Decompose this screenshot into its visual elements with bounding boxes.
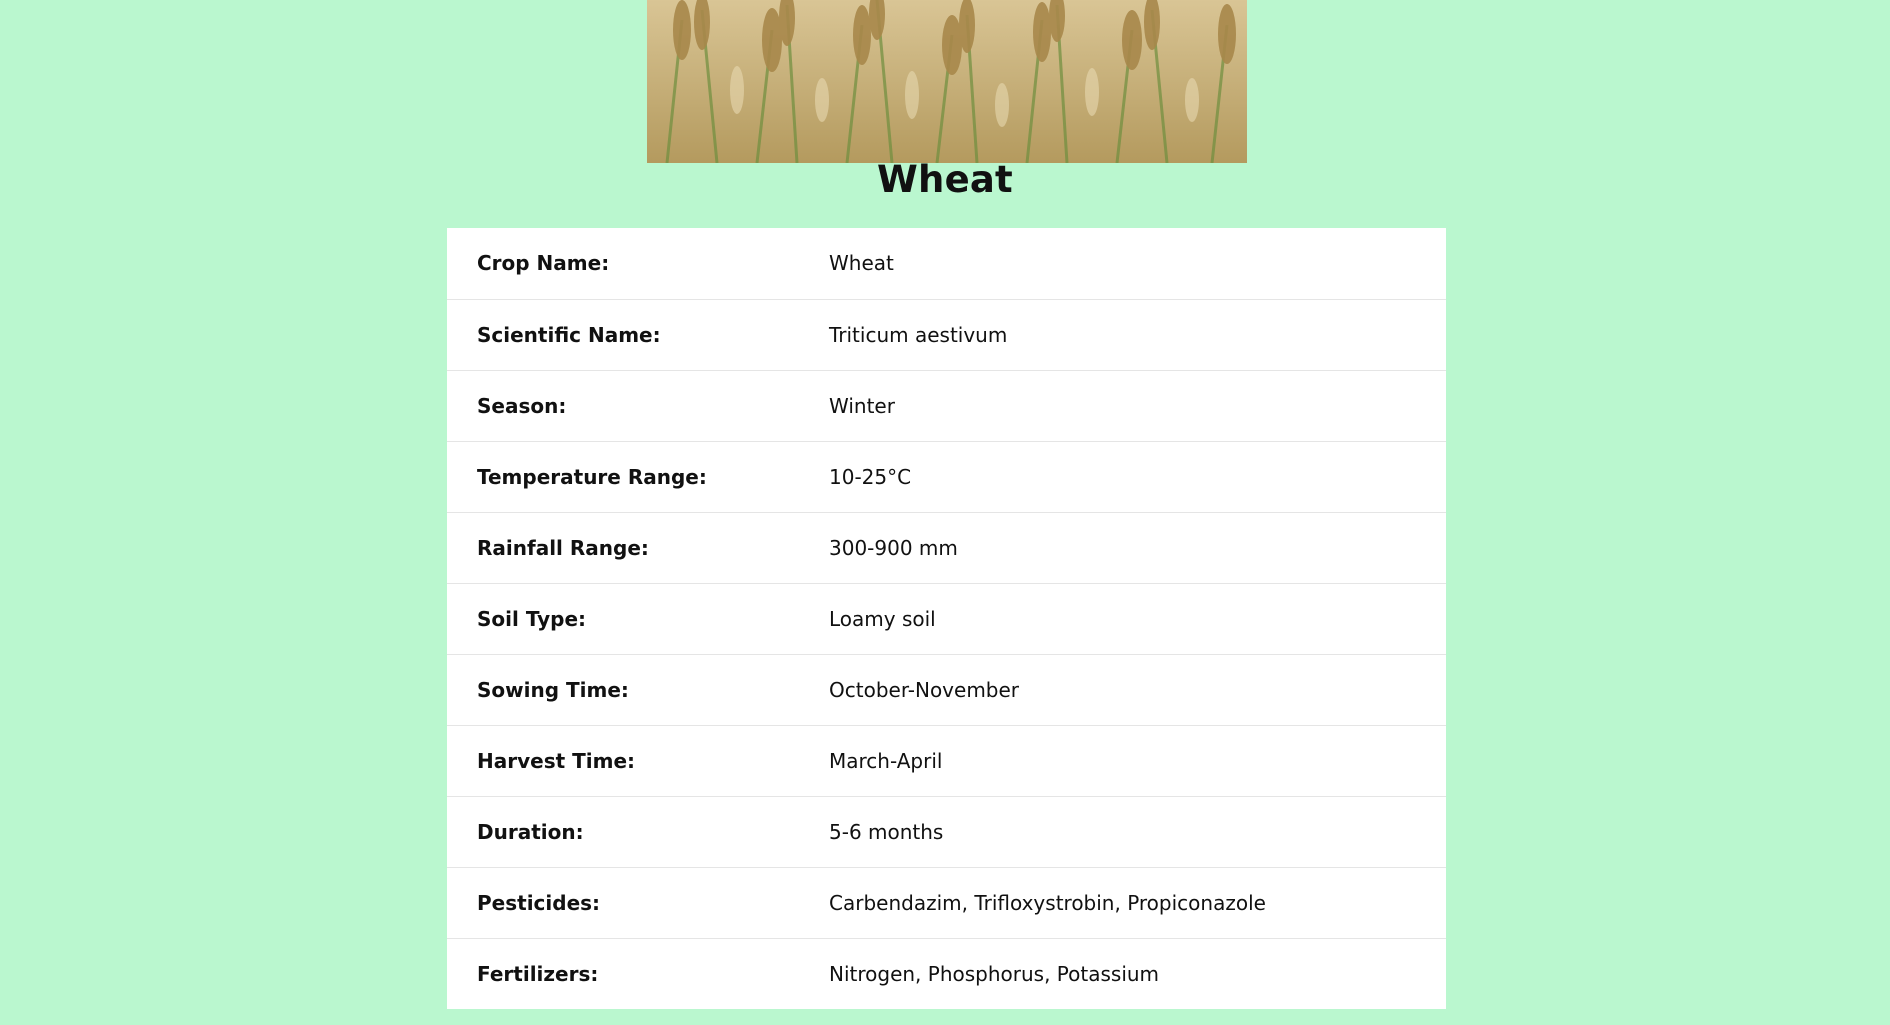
detail-label: Harvest Time:: [477, 748, 636, 773]
wheat-hero-image: [647, 0, 1247, 163]
detail-value: Nitrogen, Phosphorus, Potassium: [829, 961, 1160, 986]
detail-label: Soil Type:: [477, 606, 587, 631]
detail-value: Winter: [829, 393, 895, 418]
detail-value: Wheat: [829, 251, 894, 276]
detail-label: Fertilizers:: [477, 961, 599, 986]
detail-value: Carbendazim, Trifloxystrobin, Propiconaz…: [829, 890, 1266, 915]
table-row: Fertilizers: Nitrogen, Phosphorus, Potas…: [447, 938, 1446, 1009]
table-row: Temperature Range: 10-25°C: [447, 441, 1446, 512]
wheat-field-illustration: [647, 0, 1247, 163]
detail-label: Scientific Name:: [477, 322, 661, 347]
detail-value: 300-900 mm: [829, 535, 958, 560]
detail-value: March-April: [829, 748, 943, 773]
table-row: Crop Name: Wheat: [447, 228, 1446, 299]
crop-details-table: Crop Name: Wheat Scientific Name: Tritic…: [447, 228, 1446, 1009]
table-row: Soil Type: Loamy soil: [447, 583, 1446, 654]
detail-label: Duration:: [477, 819, 584, 844]
detail-value: 10-25°C: [829, 464, 912, 489]
table-row: Duration: 5-6 months: [447, 796, 1446, 867]
table-row: Season: Winter: [447, 370, 1446, 441]
detail-value: Triticum aestivum: [829, 322, 1008, 347]
detail-label: Crop Name:: [477, 251, 610, 276]
crop-title: Wheat: [877, 158, 1013, 201]
table-row: Scientific Name: Triticum aestivum: [447, 299, 1446, 370]
table-row: Rainfall Range: 300-900 mm: [447, 512, 1446, 583]
detail-label: Rainfall Range:: [477, 535, 649, 560]
detail-value: Loamy soil: [829, 606, 936, 631]
table-row: Sowing Time: October-November: [447, 654, 1446, 725]
detail-label: Pesticides:: [477, 890, 601, 915]
detail-value: October-November: [829, 677, 1020, 702]
detail-label: Sowing Time:: [477, 677, 629, 702]
detail-label: Season:: [477, 393, 567, 418]
table-row: Harvest Time: March-April: [447, 725, 1446, 796]
detail-label: Temperature Range:: [477, 464, 707, 489]
table-row: Pesticides: Carbendazim, Trifloxystrobin…: [447, 867, 1446, 938]
detail-value: 5-6 months: [829, 819, 944, 844]
